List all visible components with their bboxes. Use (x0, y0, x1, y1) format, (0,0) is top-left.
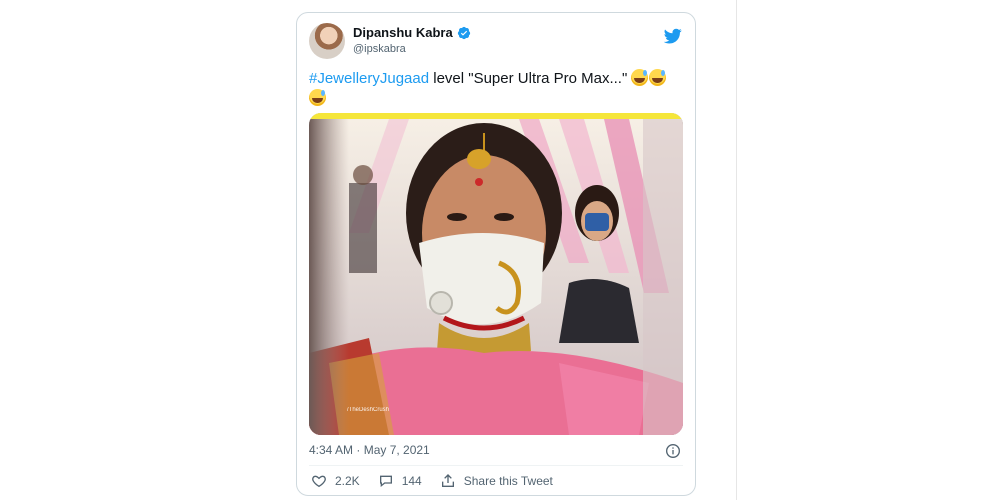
hashtag-link[interactable]: #JewelleryJugaad (309, 70, 429, 87)
author-handle[interactable]: @ipskabra (353, 43, 406, 55)
reply-button[interactable]: 144 (378, 473, 422, 489)
grinning-sweat-emoji-icon (631, 69, 649, 86)
heart-icon (312, 475, 326, 488)
grinning-sweat-emoji-icon (309, 89, 326, 106)
reply-bubble-icon (379, 475, 392, 488)
author-name-row[interactable]: Dipanshu Kabra (353, 25, 471, 40)
footer-divider (309, 465, 683, 466)
tweet-timestamp[interactable]: 4:34 AM · May 7, 2021 (309, 443, 430, 457)
like-button[interactable]: 2.2K (311, 473, 360, 489)
tweet-actions: 2.2K 144 Share this Tweet (311, 473, 571, 489)
author-name[interactable]: Dipanshu Kabra (353, 25, 453, 40)
twitter-bird-icon[interactable] (663, 27, 683, 45)
share-button[interactable]: Share this Tweet (440, 473, 553, 489)
avatar[interactable] (309, 23, 345, 59)
page-divider (736, 0, 737, 500)
grinning-sweat-emoji-icon (649, 69, 667, 86)
tweet-text: #JewelleryJugaad level "Super Ultra Pro … (309, 69, 679, 109)
media-watermark: /TheDeshCrush (347, 407, 390, 413)
share-icon (441, 474, 454, 487)
verified-badge-icon (457, 26, 470, 39)
info-icon[interactable] (665, 443, 681, 459)
like-count: 2.2K (335, 474, 360, 488)
tweet-media-image[interactable]: /TheDeshCrush (309, 113, 683, 435)
reply-count: 144 (401, 474, 422, 488)
tweet-header: Dipanshu Kabra @ipskabra (309, 23, 683, 63)
tweet-body-text: level "Super Ultra Pro Max..." (429, 70, 628, 87)
media-photo (309, 113, 683, 435)
tweet-card: Dipanshu Kabra @ipskabra #JewelleryJugaa… (296, 12, 696, 496)
share-label: Share this Tweet (463, 474, 553, 488)
